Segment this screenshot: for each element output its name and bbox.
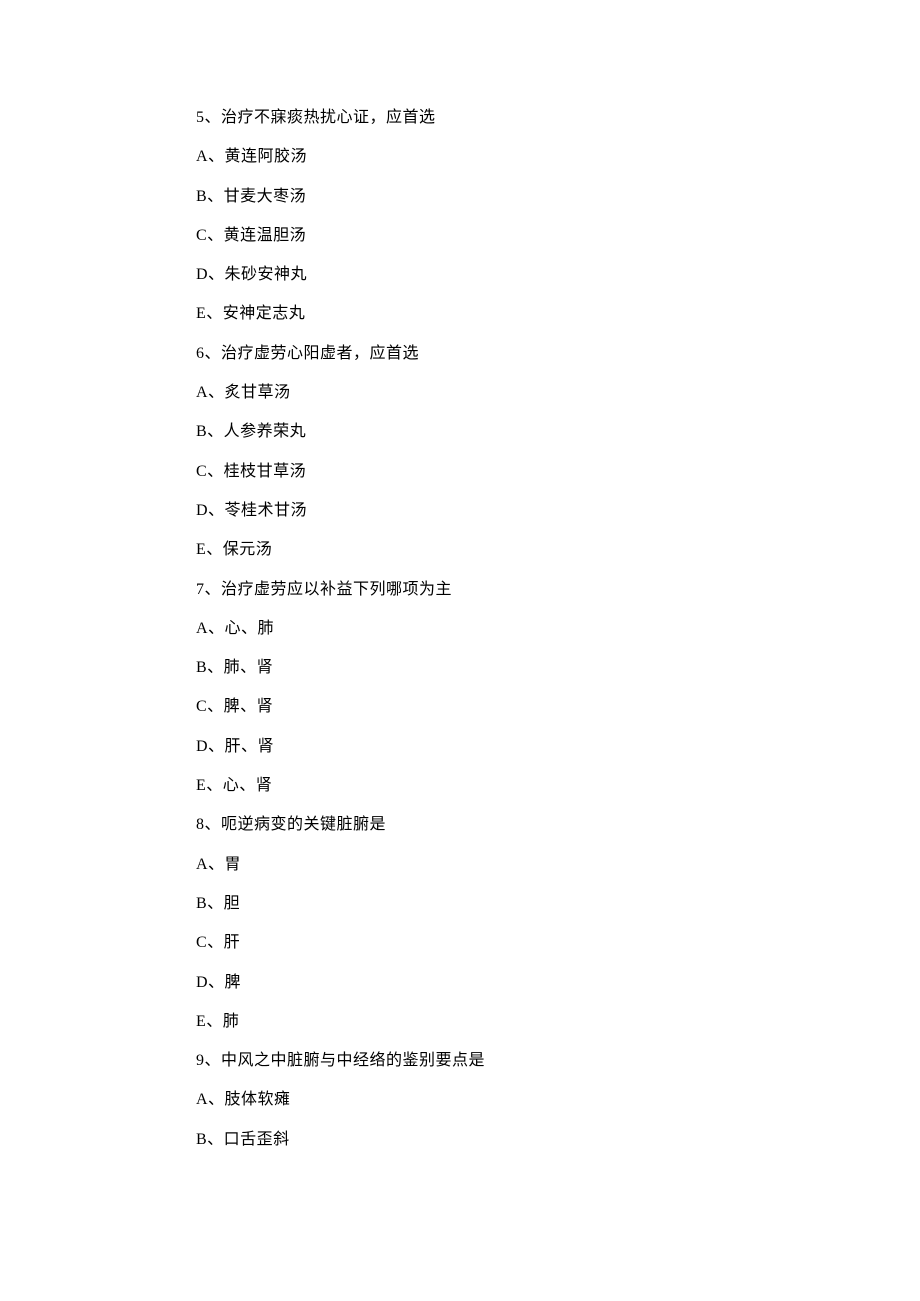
option: E、心、肾 [196, 778, 920, 794]
option: D、肝、肾 [196, 739, 920, 755]
option: D、脾 [196, 975, 920, 991]
document-page: 5、治疗不寐痰热扰心证，应首选 A、黄连阿胶汤 B、甘麦大枣汤 C、黄连温胆汤 … [0, 0, 920, 1251]
option: C、脾、肾 [196, 699, 920, 715]
option: A、胃 [196, 857, 920, 873]
question-stem: 6、治疗虚劳心阳虚者，应首选 [196, 346, 920, 362]
option: B、口舌歪斜 [196, 1132, 920, 1148]
question-stem: 9、中风之中脏腑与中经络的鉴别要点是 [196, 1053, 920, 1069]
question-stem: 7、治疗虚劳应以补益下列哪项为主 [196, 582, 920, 598]
option: A、炙甘草汤 [196, 385, 920, 401]
option: B、肺、肾 [196, 660, 920, 676]
option: C、肝 [196, 935, 920, 951]
option: E、安神定志丸 [196, 306, 920, 322]
option: A、心、肺 [196, 621, 920, 637]
question-stem: 5、治疗不寐痰热扰心证，应首选 [196, 110, 920, 126]
option: A、肢体软瘫 [196, 1092, 920, 1108]
option: D、苓桂术甘汤 [196, 503, 920, 519]
option: D、朱砂安神丸 [196, 267, 920, 283]
option: B、胆 [196, 896, 920, 912]
question-stem: 8、呃逆病变的关键脏腑是 [196, 817, 920, 833]
option: A、黄连阿胶汤 [196, 149, 920, 165]
option: E、保元汤 [196, 542, 920, 558]
option: B、甘麦大枣汤 [196, 189, 920, 205]
option: C、桂枝甘草汤 [196, 464, 920, 480]
option: E、肺 [196, 1014, 920, 1030]
option: C、黄连温胆汤 [196, 228, 920, 244]
option: B、人参养荣丸 [196, 424, 920, 440]
